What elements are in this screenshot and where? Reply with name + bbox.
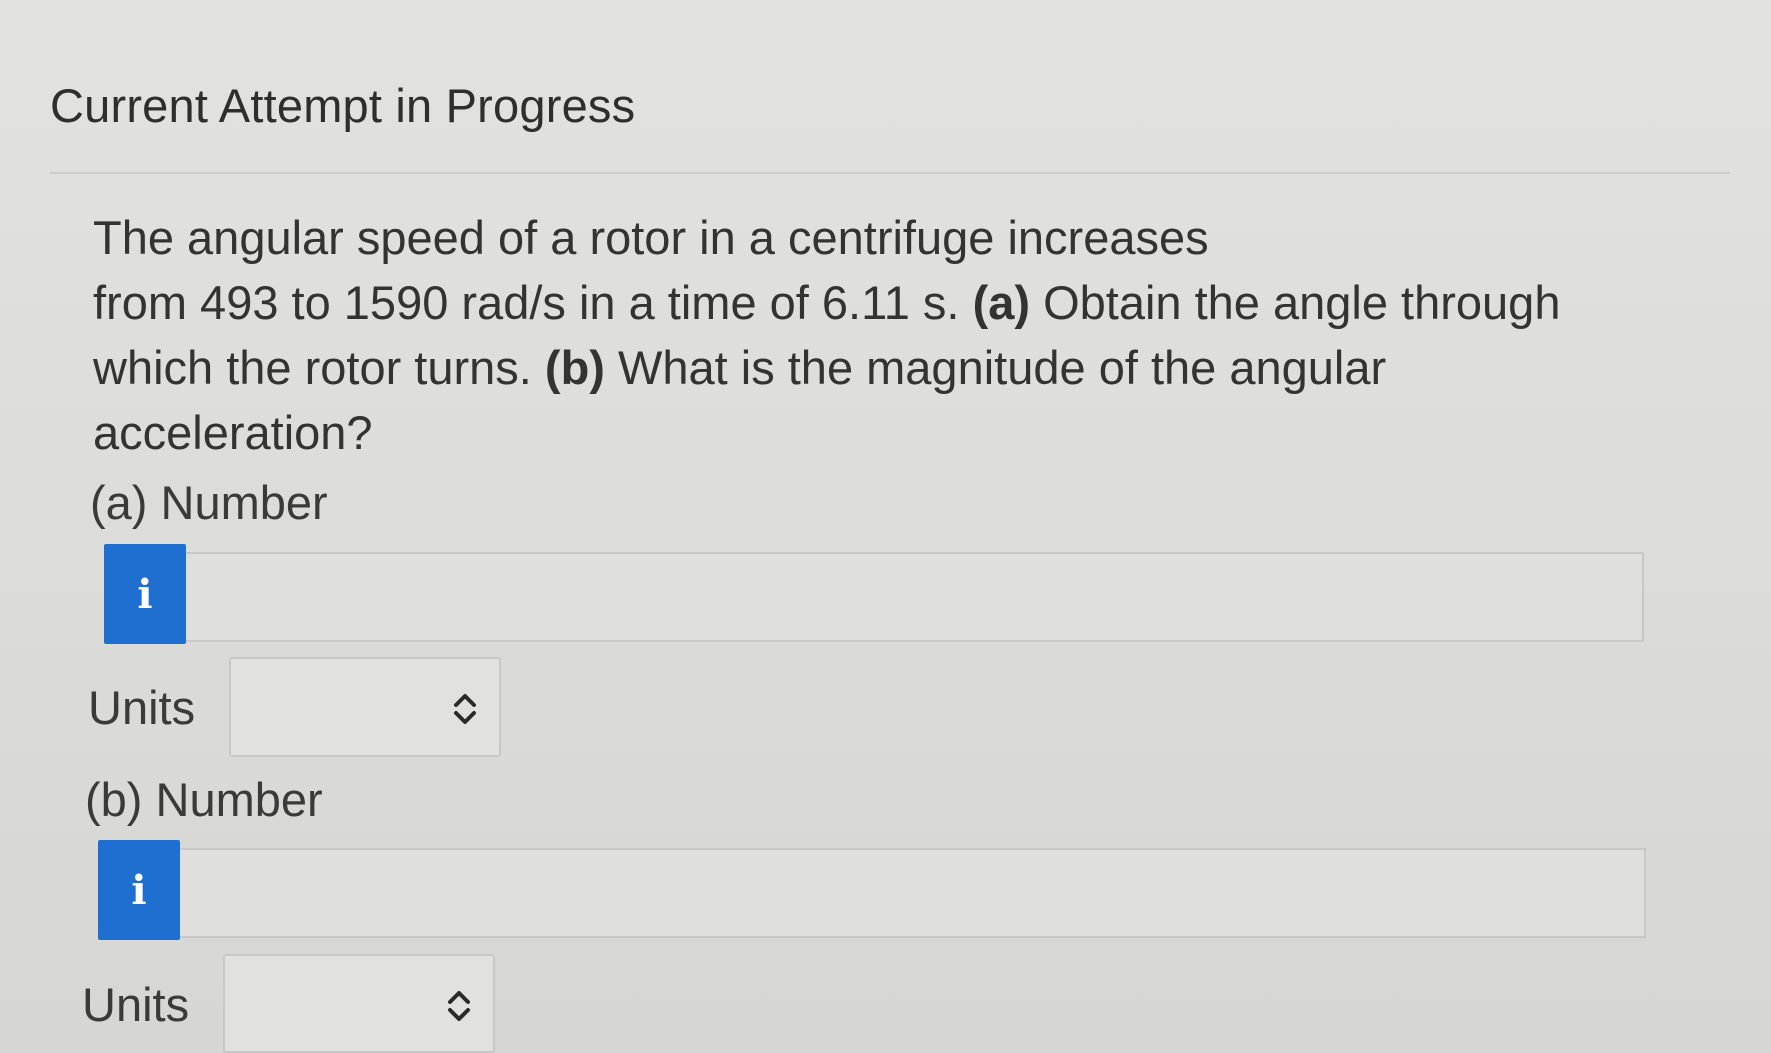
info-icon[interactable]: i (98, 840, 180, 940)
question-text: The angular speed of a rotor in a centri… (93, 205, 1593, 465)
part-b-units-select[interactable] (223, 954, 495, 1053)
part-b-units-label: Units (82, 978, 190, 1031)
question-line-3: which the rotor turns. (b) What is the m… (93, 335, 1593, 400)
part-a-label: (a) Number (90, 476, 328, 529)
info-icon[interactable]: i (104, 544, 186, 644)
question-line-1-text: The angular speed of a rotor in a centri… (93, 211, 1209, 264)
info-icon-glyph: i (137, 570, 153, 618)
question-line-3-text: which the rotor turns. (93, 341, 545, 394)
page-title: Current Attempt in Progress (50, 79, 636, 132)
question-line-4-text: acceleration? (93, 406, 373, 459)
part-a-units-select[interactable] (229, 657, 501, 757)
info-icon-glyph: i (131, 866, 147, 914)
part-b-label: (b) Number (85, 773, 323, 826)
part-a-marker: (a) (972, 276, 1031, 329)
part-a-answer-row: i (104, 544, 1644, 644)
divider (50, 172, 1730, 174)
page: Current Attempt in Progress The angular … (0, 0, 1771, 1053)
part-a-number-input[interactable] (186, 552, 1644, 642)
question-line-1: The angular speed of a rotor in a centri… (93, 205, 1593, 270)
part-b-marker: (b) (544, 341, 605, 394)
part-b-answer-row: i (98, 840, 1646, 940)
question-line-2-text: from 493 to 1590 rad/s in a time of 6.11… (93, 276, 973, 329)
up-down-chevron-icon (448, 991, 470, 1021)
part-b-number-input[interactable] (180, 848, 1646, 938)
question-line-2-rest: Obtain the angle through (1030, 276, 1561, 329)
up-down-chevron-icon (454, 694, 476, 724)
question-line-2: from 493 to 1590 rad/s in a time of 6.11… (93, 270, 1593, 335)
question-line-4: acceleration? (93, 400, 1593, 465)
part-a-units-label: Units (88, 681, 196, 734)
question-line-3-rest: What is the magnitude of the angular (604, 341, 1387, 394)
